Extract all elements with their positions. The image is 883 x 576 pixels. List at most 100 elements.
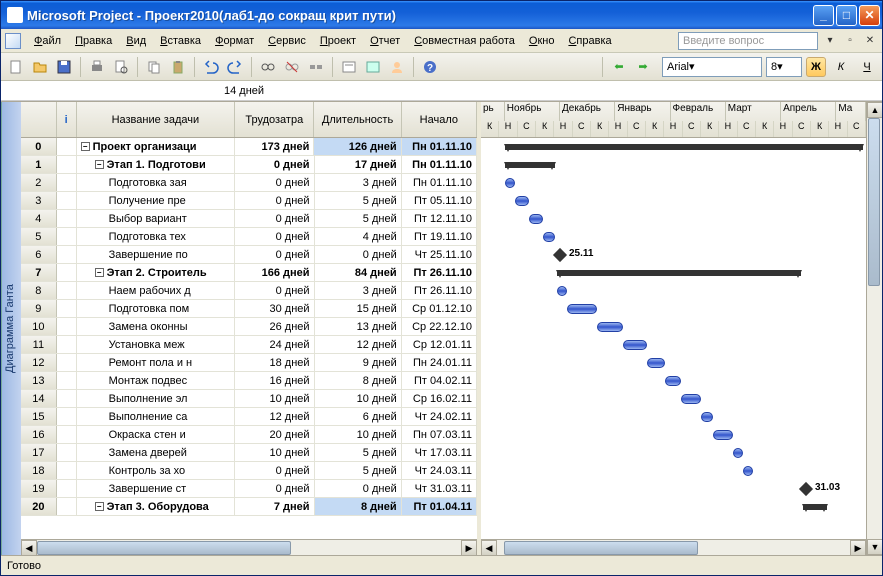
- start-cell[interactable]: Пт 12.11.10: [402, 210, 477, 227]
- start-cell[interactable]: Пт 01.04.11: [402, 498, 477, 515]
- col-name[interactable]: Название задачи: [77, 102, 236, 137]
- task-name-cell[interactable]: −Этап 1. Подготови: [77, 156, 236, 173]
- gantt-row[interactable]: [481, 300, 866, 318]
- task-name-cell[interactable]: Окраска стен и: [77, 426, 236, 443]
- start-cell[interactable]: Чт 25.11.10: [402, 246, 477, 263]
- row-number[interactable]: 15: [21, 408, 57, 425]
- duration-cell[interactable]: 4 дней: [315, 228, 402, 245]
- start-cell[interactable]: Чт 31.03.11: [402, 480, 477, 497]
- entry-value[interactable]: 14 дней: [216, 83, 272, 99]
- row-number[interactable]: 14: [21, 390, 57, 407]
- menu-отчет[interactable]: Отчет: [363, 32, 407, 50]
- gantt-row[interactable]: [481, 390, 866, 408]
- table-row[interactable]: 17Замена дверей10 дней5 днейЧт 17.03.11: [21, 444, 477, 462]
- task-name-cell[interactable]: Ремонт пола и н: [77, 354, 236, 371]
- help-button[interactable]: ?: [419, 56, 441, 78]
- milestone-icon[interactable]: [799, 482, 813, 496]
- table-row[interactable]: 10Замена оконны26 дней13 днейСр 22.12.10: [21, 318, 477, 336]
- duration-cell[interactable]: 3 дней: [315, 174, 402, 191]
- duration-cell[interactable]: 15 дней: [315, 300, 402, 317]
- work-cell[interactable]: 18 дней: [235, 354, 314, 371]
- row-number[interactable]: 1: [21, 156, 57, 173]
- col-indicator[interactable]: i: [57, 102, 77, 137]
- work-cell[interactable]: 12 дней: [235, 408, 314, 425]
- new-button[interactable]: [5, 56, 27, 78]
- task-name-cell[interactable]: Получение пре: [77, 192, 236, 209]
- duration-cell[interactable]: 3 дней: [315, 282, 402, 299]
- task-bar[interactable]: [515, 196, 529, 206]
- summary-bar[interactable]: [505, 144, 863, 150]
- start-cell[interactable]: Чт 24.03.11: [402, 462, 477, 479]
- duration-cell[interactable]: 6 дней: [315, 408, 402, 425]
- summary-bar[interactable]: [557, 270, 801, 276]
- row-number[interactable]: 8: [21, 282, 57, 299]
- row-number[interactable]: 10: [21, 318, 57, 335]
- start-cell[interactable]: Пт 26.11.10: [402, 282, 477, 299]
- start-cell[interactable]: Чт 24.02.11: [402, 408, 477, 425]
- table-row[interactable]: 3Получение пре0 дней5 днейПт 05.11.10: [21, 192, 477, 210]
- gantt-row[interactable]: [481, 174, 866, 192]
- start-cell[interactable]: Ср 01.12.10: [402, 300, 477, 317]
- scroll-left-icon[interactable]: ◀: [481, 540, 497, 555]
- row-header-blank[interactable]: [21, 102, 57, 137]
- month-header[interactable]: Декабрь: [560, 102, 615, 121]
- table-hscroll[interactable]: ◀ ▶: [21, 539, 477, 555]
- duration-cell[interactable]: 0 дней: [315, 246, 402, 263]
- task-name-cell[interactable]: Монтаж подвес: [77, 372, 236, 389]
- work-cell[interactable]: 24 дней: [235, 336, 314, 353]
- gantt-row[interactable]: [481, 138, 866, 156]
- font-size-select[interactable]: 8 ▾: [766, 57, 802, 77]
- minimize-button[interactable]: _: [813, 5, 834, 26]
- row-number[interactable]: 5: [21, 228, 57, 245]
- task-name-cell[interactable]: Подготовка пом: [77, 300, 236, 317]
- start-cell[interactable]: Пн 01.11.10: [402, 174, 477, 191]
- table-row[interactable]: 14Выполнение эл10 дней10 днейСр 16.02.11: [21, 390, 477, 408]
- task-bar[interactable]: [505, 178, 515, 188]
- open-button[interactable]: [29, 56, 51, 78]
- milestone-icon[interactable]: [553, 248, 567, 262]
- work-cell[interactable]: 10 дней: [235, 444, 314, 461]
- duration-cell[interactable]: 10 дней: [315, 390, 402, 407]
- menu-вставка[interactable]: Вставка: [153, 32, 208, 50]
- row-number[interactable]: 7: [21, 264, 57, 281]
- task-name-cell[interactable]: Подготовка тех: [77, 228, 236, 245]
- start-cell[interactable]: Пн 07.03.11: [402, 426, 477, 443]
- duration-cell[interactable]: 17 дней: [315, 156, 402, 173]
- undo-button[interactable]: [200, 56, 222, 78]
- start-cell[interactable]: Пн 24.01.11: [402, 354, 477, 371]
- task-notes-button[interactable]: [362, 56, 384, 78]
- table-row[interactable]: 2Подготовка зая0 дней3 днейПн 01.11.10: [21, 174, 477, 192]
- start-cell[interactable]: Пн 01.11.10: [402, 156, 477, 173]
- table-row[interactable]: 11Установка меж24 дней12 днейСр 12.01.11: [21, 336, 477, 354]
- task-name-cell[interactable]: Выбор вариант: [77, 210, 236, 227]
- table-row[interactable]: 1−Этап 1. Подготови0 дней17 днейПн 01.11…: [21, 156, 477, 174]
- redo-button[interactable]: [224, 56, 246, 78]
- work-cell[interactable]: 30 дней: [235, 300, 314, 317]
- underline-button[interactable]: Ч: [856, 56, 878, 78]
- task-name-cell[interactable]: Подготовка зая: [77, 174, 236, 191]
- task-name-cell[interactable]: −Этап 2. Строитель: [77, 264, 236, 281]
- task-name-cell[interactable]: −Проект организаци: [77, 138, 236, 155]
- start-cell[interactable]: Ср 16.02.11: [402, 390, 477, 407]
- start-cell[interactable]: Ср 22.12.10: [402, 318, 477, 335]
- col-duration[interactable]: Длительность: [314, 102, 401, 137]
- table-row[interactable]: 9 Подготовка пом30 дней15 днейСр 01.12.10: [21, 300, 477, 318]
- gantt-row[interactable]: [481, 462, 866, 480]
- row-number[interactable]: 9: [21, 300, 57, 317]
- help-dropdown-icon[interactable]: ▾: [822, 33, 838, 49]
- task-name-cell[interactable]: Замена дверей: [77, 444, 236, 461]
- work-cell[interactable]: 0 дней: [235, 192, 314, 209]
- help-search-input[interactable]: Введите вопрос: [678, 32, 818, 50]
- scroll-down-icon[interactable]: ▼: [867, 539, 882, 555]
- work-cell[interactable]: 10 дней: [235, 390, 314, 407]
- col-start[interactable]: Начало: [402, 102, 477, 137]
- task-name-cell[interactable]: Установка меж: [77, 336, 236, 353]
- duration-cell[interactable]: 5 дней: [315, 192, 402, 209]
- task-name-cell[interactable]: Контроль за хо: [77, 462, 236, 479]
- start-cell[interactable]: Ср 12.01.11: [402, 336, 477, 353]
- mdi-close-button[interactable]: ✕: [862, 33, 878, 49]
- task-name-cell[interactable]: −Этап 3. Оборудова: [77, 498, 236, 515]
- duration-cell[interactable]: 5 дней: [315, 210, 402, 227]
- unlink-task-button[interactable]: [281, 56, 303, 78]
- menu-справка[interactable]: Справка: [561, 32, 618, 50]
